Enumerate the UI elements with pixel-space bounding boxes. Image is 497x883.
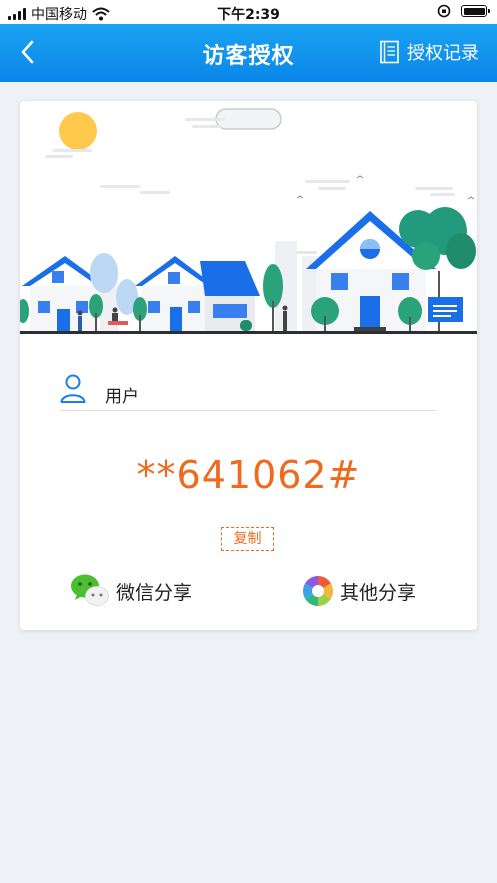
wechat-icon [71, 574, 109, 608]
book-icon [380, 40, 399, 64]
status-bar: 中国移动 下午2:39 [0, 0, 497, 24]
neighborhood-illustration [20, 108, 477, 334]
share-other-button[interactable]: 其他分享 [302, 571, 416, 611]
authorization-records-button[interactable]: 授权记录 [379, 39, 479, 65]
user-name-label: 用户 [105, 387, 139, 407]
aperture-icon [303, 576, 333, 606]
copy-button[interactable]: 复制 [221, 527, 274, 551]
visitor-pass-card: 用户 **641062# 复制 微信分享 其他分享 [20, 101, 477, 630]
orientation-lock-icon [437, 4, 451, 18]
access-code: **641062# [136, 453, 361, 497]
share-wechat-button[interactable]: 微信分享 [70, 571, 192, 611]
battery-icon [461, 5, 490, 17]
status-right [437, 4, 490, 18]
records-label: 授权记录 [407, 43, 479, 64]
user-row: 用户 [60, 373, 437, 411]
status-time: 下午2:39 [217, 7, 280, 23]
nav-bar: 访客授权 授权记录 [0, 24, 497, 82]
user-icon [60, 374, 86, 403]
share-wechat-label: 微信分享 [116, 581, 193, 604]
share-other-label: 其他分享 [340, 581, 417, 604]
